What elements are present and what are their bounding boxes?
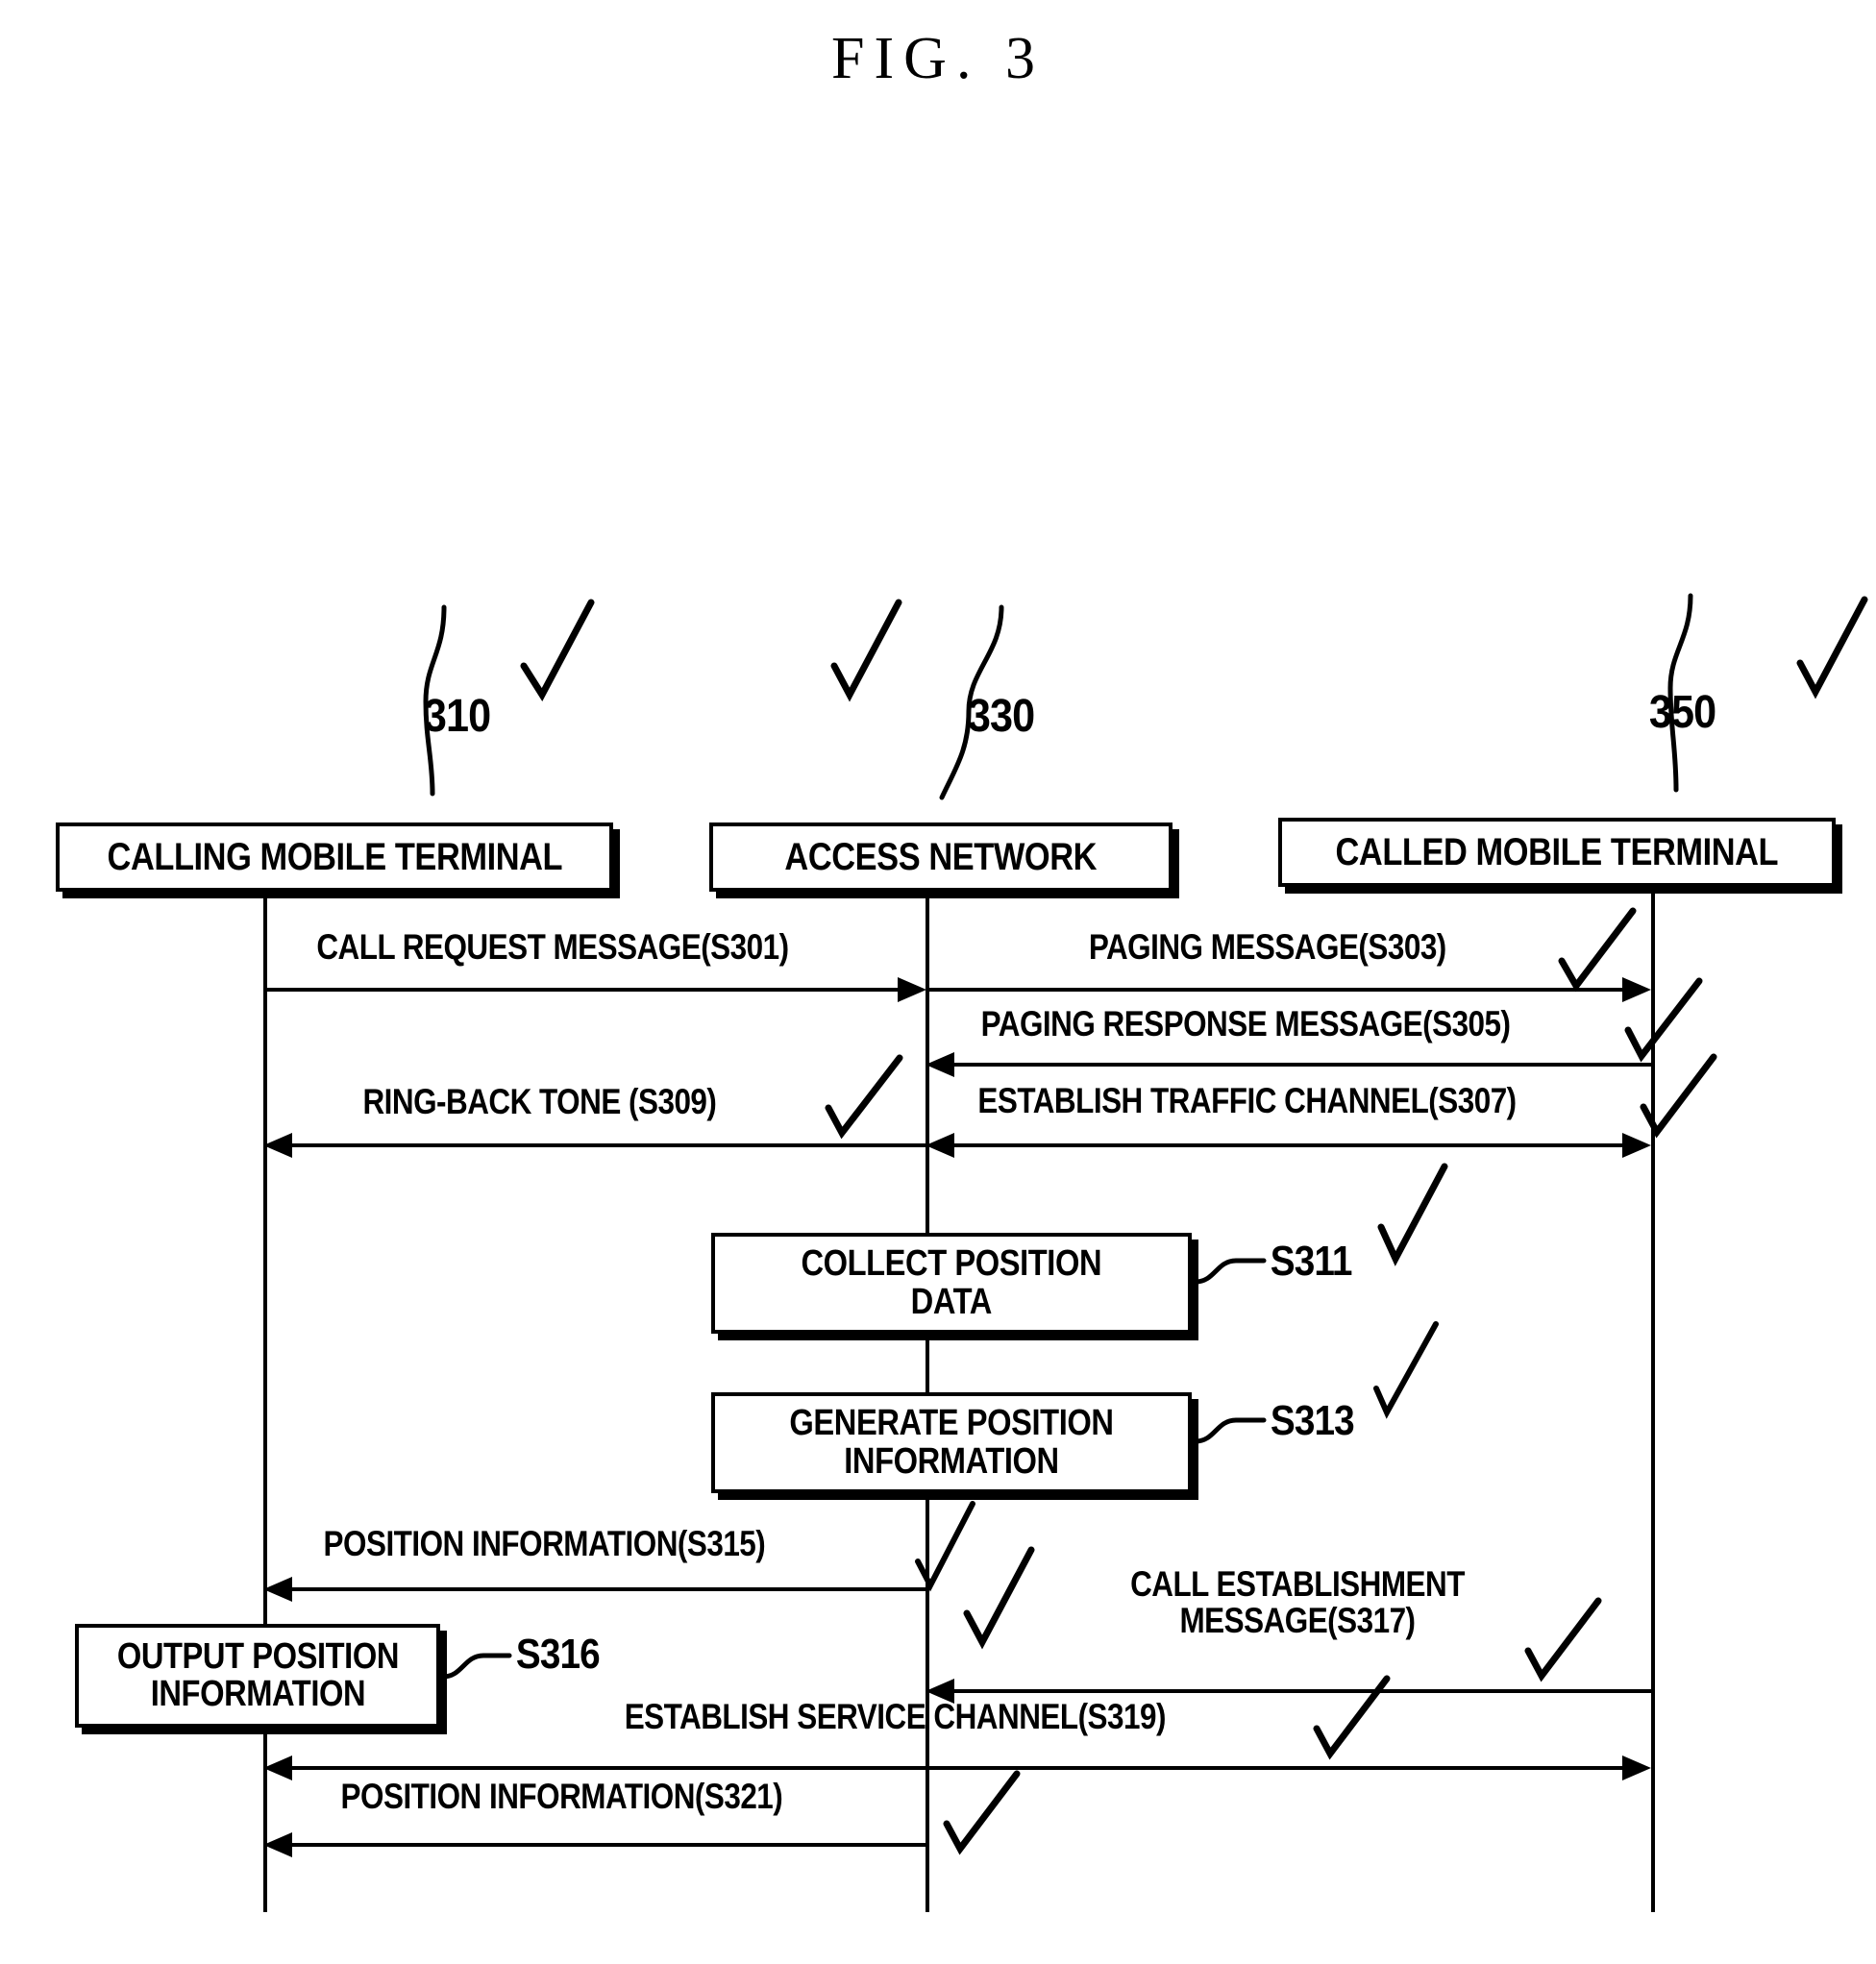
message-arrow-s321 (292, 1843, 926, 1847)
entity-label-called-mobile-terminal: CALLED MOBILE TERMINAL (1335, 831, 1779, 873)
process-line-1: GENERATE POSITION (789, 1403, 1114, 1444)
message-label-s307: ESTABLISH TRAFFIC CHANNEL(S307) (977, 1081, 1517, 1120)
figure-page: FIG. 3 310 330 350 CALLING MOBILE TERMIN… (0, 0, 1876, 1964)
entity-box-calling-mobile-terminal: CALLING MOBILE TERMINAL (56, 822, 613, 892)
process-line-2: DATA (910, 1281, 993, 1322)
message-label-s321: POSITION INFORMATION(S321) (340, 1777, 783, 1816)
process-label-generate-position-information: GENERATE POSITION INFORMATION (789, 1403, 1114, 1482)
process-label-output-position-information: OUTPUT POSITION INFORMATION (116, 1635, 399, 1714)
entity-label-calling-mobile-terminal: CALLING MOBILE TERMINAL (107, 836, 562, 878)
step-number-s316: S316 (515, 1631, 601, 1678)
process-line-1: COLLECT POSITION (801, 1243, 1102, 1285)
message-arrow-s301 (263, 988, 900, 992)
process-box-output-position-information: OUTPUT POSITION INFORMATION (75, 1624, 440, 1728)
message-arrow-s307 (954, 1143, 1622, 1147)
message-label-s303: PAGING MESSAGE(S303) (1088, 927, 1446, 967)
message-arrow-s319 (292, 1766, 1622, 1770)
message-arrow-s303 (926, 988, 1622, 992)
arrowhead-s319-left (263, 1755, 292, 1780)
process-line-2: INFORMATION (844, 1440, 1059, 1482)
message-arrow-s305 (954, 1063, 1651, 1067)
arrowhead-s307-left (926, 1133, 954, 1158)
process-box-collect-position-data: COLLECT POSITION DATA (711, 1233, 1192, 1334)
arrowhead-s301 (898, 977, 926, 1002)
message-label-s317: CALL ESTABLISHMENT MESSAGE(S317) (1110, 1566, 1486, 1638)
figure-title: FIG. 3 (831, 26, 1045, 91)
process-line-1: OUTPUT POSITION (116, 1635, 399, 1677)
lifeline-called-mobile-terminal (1651, 887, 1655, 1912)
message-label-s319: ESTABLISH SERVICE CHANNEL(S319) (624, 1697, 1167, 1736)
message-label-s317-line2: MESSAGE(S317) (1179, 1600, 1416, 1640)
entity-box-called-mobile-terminal: CALLED MOBILE TERMINAL (1278, 818, 1836, 887)
process-line-2: INFORMATION (150, 1674, 365, 1714)
arrowhead-s309 (263, 1133, 292, 1158)
arrowhead-s319-right (1622, 1755, 1651, 1780)
message-label-s301: CALL REQUEST MESSAGE(S301) (316, 927, 789, 967)
message-label-s317-line1: CALL ESTABLISHMENT (1130, 1564, 1465, 1604)
arrowhead-s307-right (1622, 1133, 1651, 1158)
process-box-generate-position-information: GENERATE POSITION INFORMATION (711, 1392, 1192, 1493)
message-arrow-s315 (292, 1587, 926, 1591)
process-label-collect-position-data: COLLECT POSITION DATA (802, 1245, 1102, 1320)
reference-number-350: 350 (1648, 687, 1716, 738)
entity-label-access-network: ACCESS NETWORK (784, 836, 1098, 878)
reference-number-310: 310 (423, 691, 491, 742)
arrowhead-s303 (1622, 977, 1651, 1002)
entity-box-access-network: ACCESS NETWORK (709, 822, 1172, 892)
reference-number-330: 330 (967, 691, 1035, 742)
arrowhead-s305 (926, 1052, 954, 1077)
step-number-s313: S313 (1270, 1397, 1355, 1444)
message-label-s305: PAGING RESPONSE MESSAGE(S305) (980, 1004, 1511, 1043)
message-arrow-s309 (292, 1143, 926, 1147)
message-label-s315: POSITION INFORMATION(S315) (323, 1524, 766, 1563)
arrowhead-s321 (263, 1832, 292, 1857)
arrowhead-s315 (263, 1577, 292, 1602)
message-arrow-s317 (954, 1689, 1651, 1693)
step-number-s311: S311 (1270, 1238, 1353, 1285)
message-label-s309: RING-BACK TONE (S309) (362, 1082, 717, 1121)
